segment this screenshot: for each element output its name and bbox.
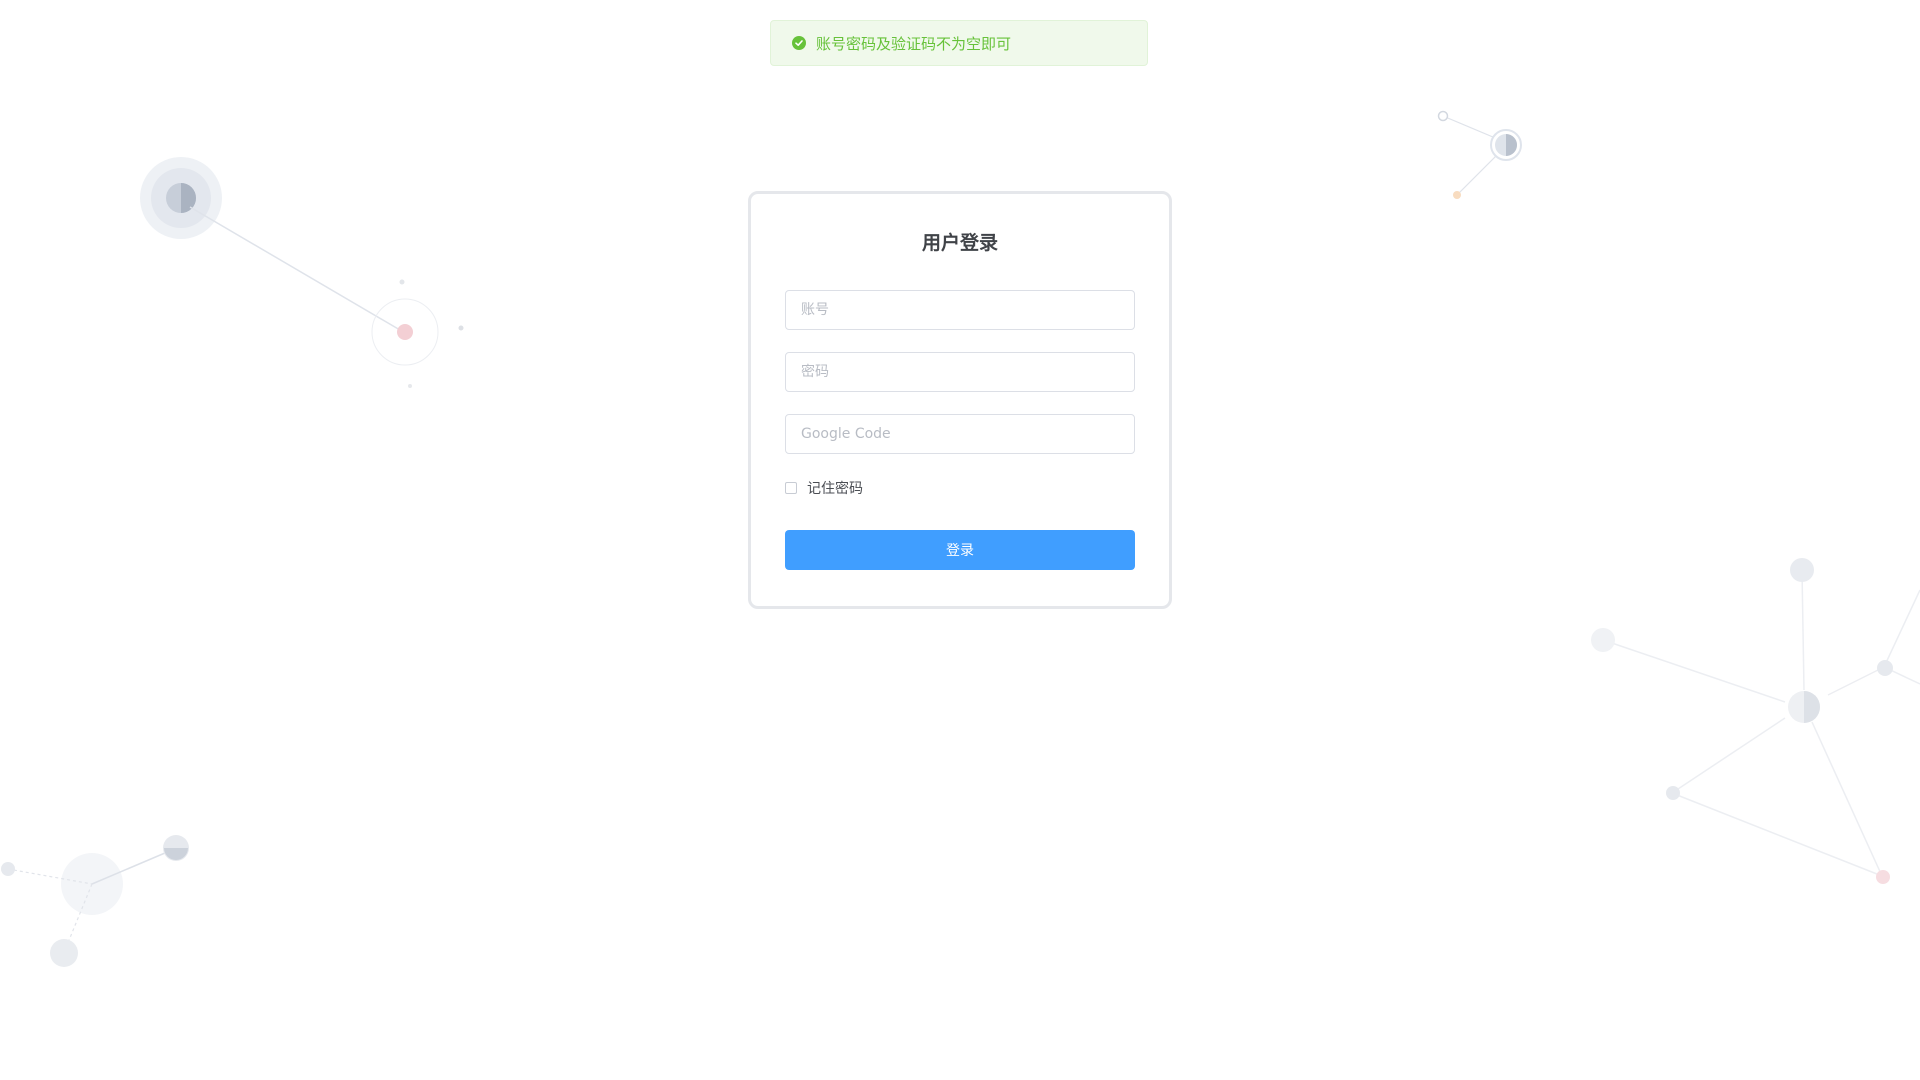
password-input[interactable] (785, 352, 1135, 392)
decor-cluster-top-left (140, 157, 464, 388)
decor-cluster-bottom-left (1, 835, 189, 967)
success-toast: 账号密码及验证码不为空即可 (770, 20, 1148, 66)
login-title: 用户登录 (921, 232, 998, 254)
check-circle-icon (792, 36, 806, 50)
google-code-input[interactable] (785, 414, 1135, 454)
decor-cluster-top-right (1437, 110, 1522, 199)
decor-cluster-bottom-right (1591, 558, 1920, 884)
login-button[interactable]: 登录 (785, 530, 1135, 570)
login-card: 用户登录 记住密码 登录 (748, 191, 1172, 609)
remember-password-label: 记住密码 (807, 481, 863, 497)
remember-password-checkbox[interactable]: 记住密码 (785, 478, 863, 498)
account-input[interactable] (785, 290, 1135, 330)
checkbox-box[interactable] (785, 482, 797, 494)
toast-message: 账号密码及验证码不为空即可 (816, 34, 1012, 53)
login-page: 账号密码及验证码不为空即可 用户登录 记住密码 登录 (0, 0, 1920, 1080)
